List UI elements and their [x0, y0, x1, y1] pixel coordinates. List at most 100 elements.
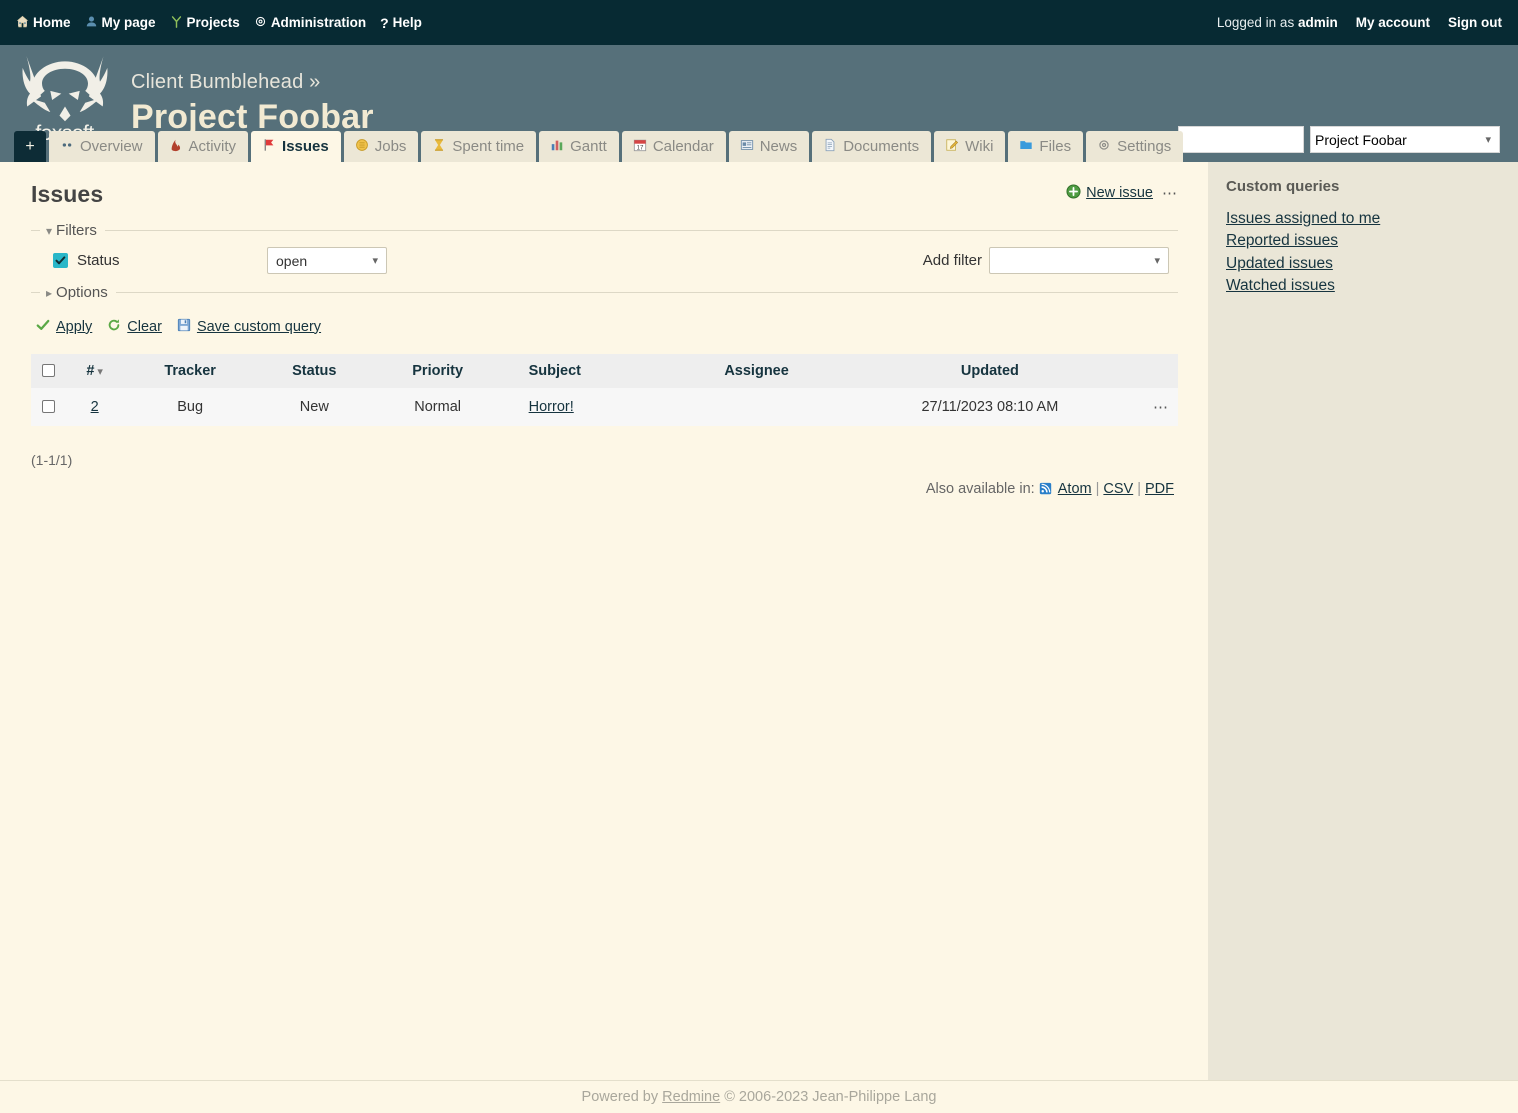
- column-header-priority[interactable]: Priority: [372, 353, 503, 388]
- status-filter-checkbox[interactable]: [53, 253, 68, 268]
- sort-descending-icon: ▾: [97, 365, 103, 378]
- tab-files[interactable]: Files: [1008, 131, 1084, 162]
- top-menu-item-home[interactable]: Home: [16, 15, 71, 31]
- cell-updated: 27/11/2023 08:10 AM: [835, 387, 1144, 426]
- status-select-wrap: open ▾: [267, 247, 387, 274]
- add-filter-select[interactable]: [989, 247, 1169, 274]
- tab-activity[interactable]: Activity: [157, 131, 249, 162]
- list-item: Updated issues: [1226, 254, 1498, 274]
- tab-jobs[interactable]: Jobs: [343, 131, 419, 162]
- format-link-csv[interactable]: CSV: [1103, 481, 1133, 497]
- tab-issues[interactable]: Issues: [251, 131, 341, 162]
- add-filter-select-wrap: ▾: [989, 247, 1169, 274]
- issue-id-link[interactable]: 2: [91, 399, 99, 415]
- column-header-id[interactable]: # ▾: [65, 353, 125, 388]
- jobs-icon: [355, 138, 369, 155]
- options-legend[interactable]: ▸ Options: [40, 284, 116, 301]
- context-more-menu[interactable]: ⋯: [1162, 184, 1178, 202]
- add-filter-group: Add filter ▾: [923, 247, 1169, 274]
- issues-table-head: # ▾ Tracker Status Priority Subject Assig…: [31, 353, 1178, 388]
- column-header-tracker[interactable]: Tracker: [124, 353, 256, 388]
- column-header-subject[interactable]: Subject: [502, 353, 678, 388]
- clear-button[interactable]: Clear: [107, 318, 162, 336]
- page-title: Issues: [31, 181, 104, 207]
- new-issue-button[interactable]: New issue: [1066, 184, 1153, 203]
- cell-subject: Horror!: [502, 387, 678, 426]
- list-item: Issues assigned to me: [1226, 209, 1498, 229]
- tab-label-files: Files: [1039, 137, 1072, 155]
- top-menu-label-projects: Projects: [186, 15, 240, 30]
- top-menu-item-help[interactable]: ? Help: [380, 15, 422, 30]
- column-header-updated[interactable]: Updated: [835, 353, 1144, 388]
- sidebar-item-reported-issues[interactable]: Reported issues: [1226, 232, 1338, 249]
- chart-icon: [550, 138, 564, 155]
- list-item: Watched issues: [1226, 276, 1498, 296]
- top-menu-item-projects[interactable]: Projects: [170, 15, 240, 31]
- cell-status: New: [255, 387, 373, 426]
- news-icon: [740, 138, 754, 155]
- tab-label-documents: Documents: [843, 137, 920, 155]
- status-filter-label: Status: [77, 252, 120, 269]
- cell-id: 2: [65, 387, 125, 426]
- top-menu-label-my-page: My page: [101, 15, 156, 30]
- tab-spent-time[interactable]: Spent time: [421, 131, 537, 162]
- column-header-assignee[interactable]: Assignee: [677, 353, 836, 388]
- sign-out-link[interactable]: Sign out: [1448, 15, 1502, 30]
- sidebar-item-watched-issues[interactable]: Watched issues: [1226, 277, 1335, 294]
- footer-powered-prefix: Powered by: [581, 1089, 659, 1105]
- apply-button[interactable]: Apply: [36, 318, 92, 336]
- format-link-pdf[interactable]: PDF: [1145, 481, 1174, 497]
- fox-head-icon: [22, 55, 107, 122]
- format-separator: |: [1137, 480, 1141, 497]
- clear-label: Clear: [127, 318, 162, 335]
- filters-legend[interactable]: ▾ Filters: [40, 222, 105, 239]
- save-custom-query-button[interactable]: Save custom query: [177, 318, 321, 336]
- tab-gantt[interactable]: Gantt: [539, 131, 619, 162]
- plus-circle-icon: [1066, 184, 1081, 203]
- tab-label-overview: Overview: [80, 137, 143, 155]
- gear-icon: [254, 15, 267, 31]
- issue-subject-link[interactable]: Horror!: [529, 399, 574, 415]
- add-tab-button[interactable]: +: [14, 131, 46, 162]
- tab-label-spent-time: Spent time: [452, 137, 525, 155]
- my-account-link[interactable]: My account: [1356, 15, 1430, 30]
- tab-settings[interactable]: Settings: [1086, 131, 1184, 162]
- sidebar-heading: Custom queries: [1226, 178, 1340, 195]
- chevron-right-icon: ▸: [46, 286, 53, 300]
- page-body: Issues New issue ⋯ ▾Filters Status open: [0, 162, 1518, 1080]
- overview-icon: [60, 138, 74, 155]
- tab-wiki[interactable]: Wiki: [934, 131, 1006, 162]
- sidebar-item-updated-issues[interactable]: Updated issues: [1226, 255, 1333, 272]
- page-footer: Powered by Redmine © 2006-2023 Jean-Phil…: [0, 1080, 1518, 1113]
- tab-label-wiki: Wiki: [965, 137, 994, 155]
- top-menu-item-my-page[interactable]: My page: [85, 15, 156, 31]
- parent-project-link[interactable]: Client Bumblehead »: [131, 71, 374, 94]
- top-menu-item-administration[interactable]: Administration: [254, 15, 366, 31]
- tab-calendar[interactable]: 17 Calendar: [621, 131, 726, 162]
- activity-icon: [169, 138, 183, 155]
- filters-legend-label: Filters: [56, 222, 97, 239]
- tab-news[interactable]: News: [728, 131, 810, 162]
- table-row[interactable]: 2 Bug New Normal Horror! 27/11/2023 08:1…: [31, 387, 1178, 426]
- tab-label-activity: Activity: [188, 137, 237, 155]
- row-checkbox[interactable]: [41, 400, 55, 414]
- top-menu-label-help: Help: [392, 15, 422, 30]
- redmine-link[interactable]: Redmine: [662, 1089, 720, 1105]
- row-context-menu-icon[interactable]: ⋯: [1153, 399, 1169, 416]
- query-action-links: Apply Clear Save custom query: [36, 318, 1178, 336]
- tab-label-gantt: Gantt: [570, 137, 607, 155]
- sidebar-item-issues-assigned-to-me[interactable]: Issues assigned to me: [1226, 210, 1380, 227]
- column-header-status[interactable]: Status: [255, 353, 373, 388]
- format-link-atom[interactable]: Atom: [1058, 481, 1092, 497]
- select-all-checkbox[interactable]: [41, 364, 55, 378]
- tab-label-jobs: Jobs: [374, 137, 407, 155]
- chevron-down-icon: ▾: [46, 224, 53, 238]
- status-filter-select[interactable]: open: [267, 247, 387, 274]
- tab-documents[interactable]: Documents: [812, 131, 932, 162]
- column-label-id: #: [86, 362, 95, 379]
- tab-overview[interactable]: Overview: [49, 131, 155, 162]
- custom-queries-list: Issues assigned to me Reported issues Up…: [1226, 209, 1498, 297]
- folder-icon: [1019, 138, 1033, 155]
- row-select-cell: [31, 387, 65, 426]
- projects-icon: [170, 15, 183, 31]
